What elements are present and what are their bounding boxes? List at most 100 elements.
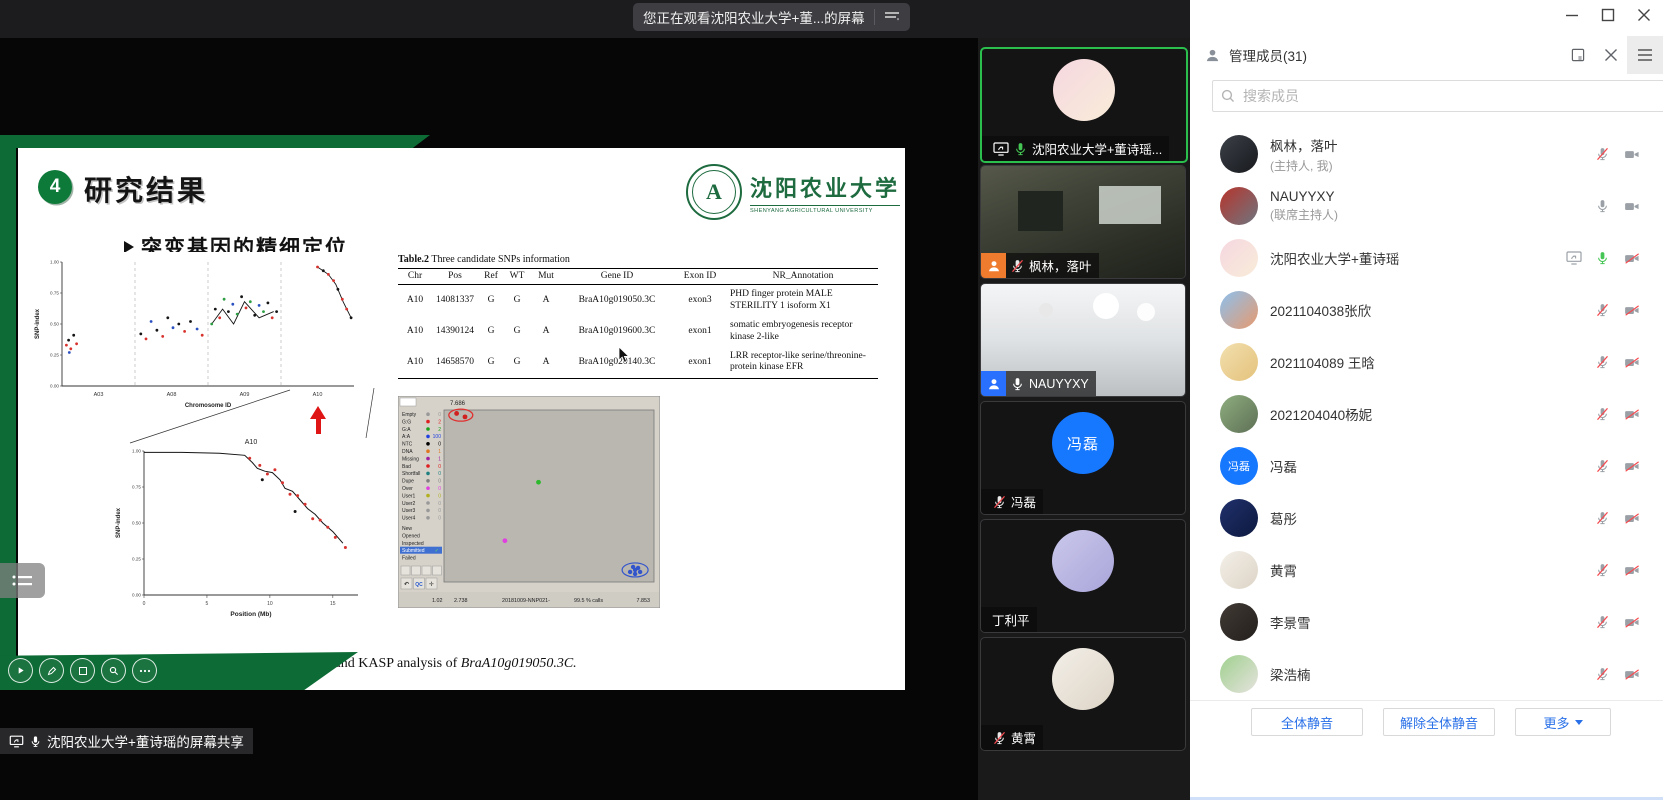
member-row[interactable]: 葛彤 [1190,492,1663,544]
svg-text:QC: QC [415,582,423,588]
more-button[interactable]: 更多 [1515,708,1611,736]
table-cell: exon1 [672,347,728,378]
mic-muted-icon[interactable] [1595,354,1610,370]
camera-off-icon[interactable] [1623,511,1641,526]
video-thumbnail[interactable]: 丁利平 [980,519,1186,633]
mic-active-icon[interactable] [1595,250,1610,266]
participant-name: 沈阳农业大学+董诗瑶... [1032,139,1162,158]
popout-panel-icon[interactable] [1561,47,1595,63]
camera-off-icon[interactable] [1623,251,1641,266]
mic-icon [29,734,42,749]
member-row[interactable]: 梁浩楠 [1190,648,1663,700]
table-cell: BraA10g019050.3C [562,285,672,316]
play-icon [8,658,33,683]
table-cell: BraA10g019600.3C [562,316,672,347]
member-row[interactable]: 冯磊 冯磊 [1190,440,1663,492]
table-caption: Table.2 Three candidate SNPs information [398,254,880,265]
table-cell: A [530,285,562,316]
member-row[interactable]: 李景雪 [1190,596,1663,648]
member-row[interactable]: 2021104038张欣 [1190,284,1663,336]
minimize-button[interactable] [1565,8,1579,27]
close-panel-icon[interactable] [1595,48,1627,62]
svg-text:0: 0 [438,442,441,448]
member-role: (主持人, 我) [1270,157,1338,174]
member-name: 葛彤 [1270,508,1297,528]
svg-text:↶: ↶ [404,582,409,588]
mic-muted-icon[interactable] [1595,146,1610,162]
member-row[interactable]: 黄霄 [1190,544,1663,596]
camera-on-icon[interactable] [1623,147,1641,162]
unmute-all-button[interactable]: 解除全体静音 [1383,708,1495,736]
thumbnail-name-bar: 沈阳农业大学+董诗瑶... [982,136,1169,161]
camera-on-icon[interactable] [1623,199,1641,214]
avatar [1052,530,1114,592]
member-search[interactable] [1212,80,1663,112]
member-row[interactable]: NAUYYXY (联席主持人) [1190,180,1663,232]
svg-text:Opened: Opened [402,533,420,539]
red-arrow-marker [310,406,326,436]
search-input[interactable] [1241,87,1657,105]
banner-menu-icon[interactable] [884,10,900,24]
svg-text:Chromosome ID: Chromosome ID [185,403,232,409]
table-cell: G [504,316,530,347]
kasp-genotyping-panel: 7.686Empty0G:G2G:A2A:A100NTC0DNA1Missing… [398,396,660,608]
mic-muted-icon[interactable] [1595,562,1610,578]
video-thumbnail[interactable]: NAUYYXY [980,283,1186,397]
mic-muted-icon[interactable] [1595,406,1610,422]
annotation-list-button[interactable] [0,563,45,598]
mouse-cursor [618,346,631,364]
mic-muted-icon[interactable] [1595,302,1610,318]
svg-text:1.00: 1.00 [132,449,141,454]
mic-muted-icon[interactable] [1595,614,1610,630]
shapes-icon [70,658,95,683]
svg-text:2: 2 [438,419,441,425]
camera-off-icon[interactable] [1623,615,1641,630]
camera-off-icon[interactable] [1623,459,1641,474]
table-row: A1014658570GGABraA10g020140.3Cexon1LRR r… [398,347,878,378]
svg-text:Shortfall: Shortfall [402,471,420,477]
camera-off-icon[interactable] [1623,303,1641,318]
mute-all-button[interactable]: 全体静音 [1251,708,1363,736]
svg-text:1.00: 1.00 [50,260,59,265]
video-thumbnail[interactable]: 黄霄 [980,637,1186,751]
svg-text:SNP-index: SNP-index [116,507,122,538]
member-row[interactable]: 枫林，落叶 (主持人, 我) [1190,128,1663,180]
video-thumbnail[interactable]: 沈阳农业大学+董诗瑶... [980,47,1188,163]
member-row[interactable]: 2021104089 王晗 [1190,336,1663,388]
svg-text:Dupe: Dupe [402,479,414,485]
member-name: 枫林，落叶 [1270,135,1338,155]
panel-menu-icon[interactable] [1627,36,1663,74]
avatar [1220,291,1258,329]
video-thumbnail[interactable]: 枫林，落叶 [980,165,1186,279]
camera-off-icon[interactable] [1623,407,1641,422]
camera-off-icon[interactable] [1623,667,1641,682]
mic-muted-icon[interactable] [1595,510,1610,526]
video-thumbnail[interactable]: 冯磊 冯磊 [980,401,1186,515]
maximize-button[interactable] [1601,8,1615,27]
table-cell: G [478,347,504,378]
watching-banner[interactable]: 您正在观看沈阳农业大学+董...的屏幕 [633,3,910,31]
slide-title: 研究结果 [84,169,208,209]
member-name: 2021104089 王晗 [1270,352,1375,372]
svg-text:0: 0 [438,464,441,470]
close-window-button[interactable] [1637,8,1651,27]
member-row[interactable]: 沈阳农业大学+董诗瑶 [1190,232,1663,284]
camera-off-icon[interactable] [1623,355,1641,370]
member-row[interactable]: 2021204040杨妮 [1190,388,1663,440]
table-row: A1014081337GGABraA10g019050.3Cexon3PHD f… [398,285,878,316]
participant-name: 枫林，落叶 [1029,256,1092,275]
svg-text:0: 0 [438,516,441,522]
svg-text:5: 5 [206,601,209,607]
member-role: (联席主持人) [1270,206,1338,223]
mic-muted-icon [992,494,1007,510]
thumbnail-name-bar: NAUYYXY [981,371,1096,396]
member-name: 2021204040杨妮 [1270,404,1372,424]
table-cell: somatic embryogenesis receptor kinase 2-… [728,316,878,347]
mic-muted-icon[interactable] [1595,666,1610,682]
svg-text:2: 2 [438,427,441,433]
screen-share-icon [9,735,24,748]
mic-on-icon[interactable] [1595,198,1610,214]
mic-muted-icon[interactable] [1595,458,1610,474]
camera-off-icon[interactable] [1623,563,1641,578]
svg-text:0: 0 [438,479,441,485]
